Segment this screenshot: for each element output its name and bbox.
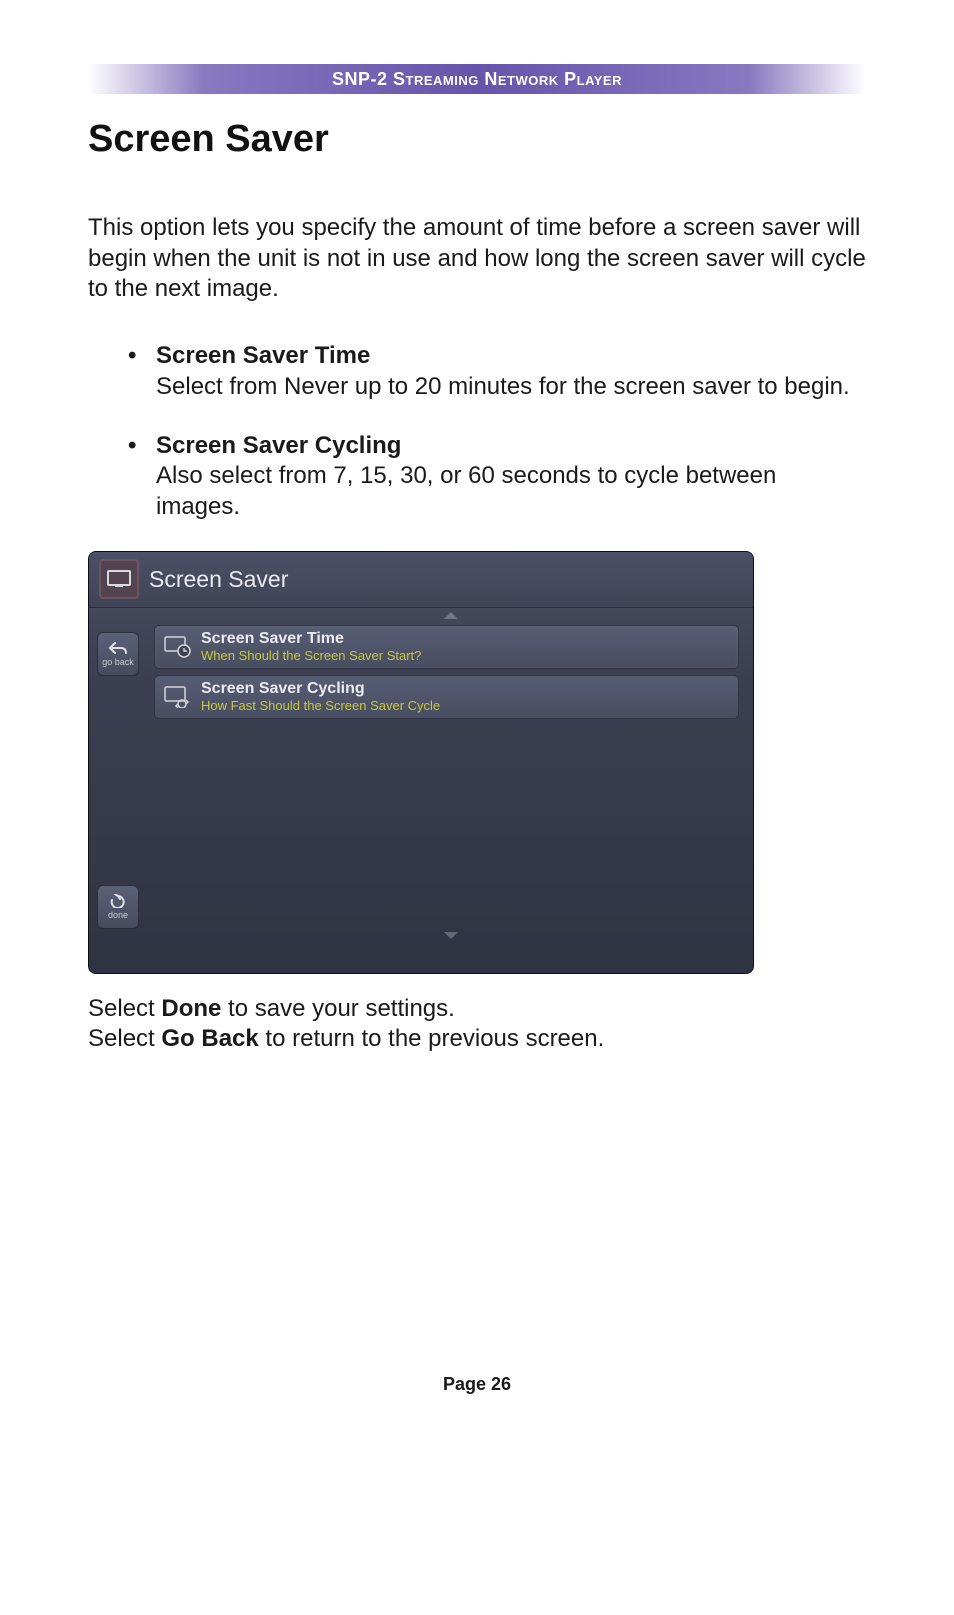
post-text: Select	[88, 995, 161, 1022]
ui-screenshot: Screen Saver go back done Screen Saver T…	[88, 551, 754, 974]
screenshot-title: Screen Saver	[149, 566, 288, 593]
menu-item-screen-saver-time[interactable]: Screen Saver Time When Should the Screen…	[154, 625, 739, 669]
post-bold: Done	[161, 995, 221, 1022]
monitor-icon	[99, 559, 139, 599]
post-text: to return to the previous screen.	[259, 1025, 605, 1052]
menu-item-subtitle: How Fast Should the Screen Saver Cycle	[201, 699, 440, 713]
intro-paragraph: This option lets you specify the amount …	[88, 213, 866, 305]
menu-item-screen-saver-cycling[interactable]: Screen Saver Cycling How Fast Should the…	[154, 675, 739, 719]
go-back-label: go back	[102, 657, 134, 667]
page-number: Page 26	[443, 1374, 511, 1394]
screenshot-titlebar: Screen Saver	[89, 552, 753, 608]
post-text: to save your settings.	[221, 995, 454, 1022]
monitor-cycle-icon	[163, 684, 193, 710]
menu-item-title: Screen Saver Cycling	[201, 680, 440, 698]
post-text: Select	[88, 1025, 161, 1052]
feature-list-item: Screen Saver Time Select from Never up t…	[128, 341, 866, 402]
section-title: Screen Saver	[88, 118, 866, 161]
scroll-up-icon	[444, 612, 458, 619]
go-back-button[interactable]: go back	[97, 632, 139, 676]
page-footer: Page 26	[0, 1374, 954, 1395]
feature-item-title: Screen Saver Cycling	[156, 432, 401, 459]
feature-item-title: Screen Saver Time	[156, 342, 370, 369]
feature-item-desc: Select from Never up to 20 minutes for t…	[156, 373, 850, 400]
screenshot-body: Screen Saver Time When Should the Screen…	[152, 612, 749, 947]
menu-item-subtitle: When Should the Screen Saver Start?	[201, 649, 421, 663]
feature-item-desc: Also select from 7, 15, 30, or 60 second…	[156, 462, 776, 520]
post-instructions: Select Done to save your settings. Selec…	[88, 994, 866, 1055]
document-header-bar: SNP-2 Streaming Network Player	[88, 64, 866, 94]
screenshot-sidebar: go back done	[89, 612, 147, 969]
feature-list: Screen Saver Time Select from Never up t…	[88, 341, 866, 523]
done-label: done	[108, 910, 128, 920]
scroll-down-icon	[444, 932, 458, 939]
post-bold: Go Back	[161, 1025, 258, 1052]
menu-item-title: Screen Saver Time	[201, 630, 421, 648]
feature-list-item: Screen Saver Cycling Also select from 7,…	[128, 431, 866, 523]
monitor-clock-icon	[163, 634, 193, 660]
header-title: SNP-2 Streaming Network Player	[332, 69, 622, 89]
done-button[interactable]: done	[97, 885, 139, 929]
